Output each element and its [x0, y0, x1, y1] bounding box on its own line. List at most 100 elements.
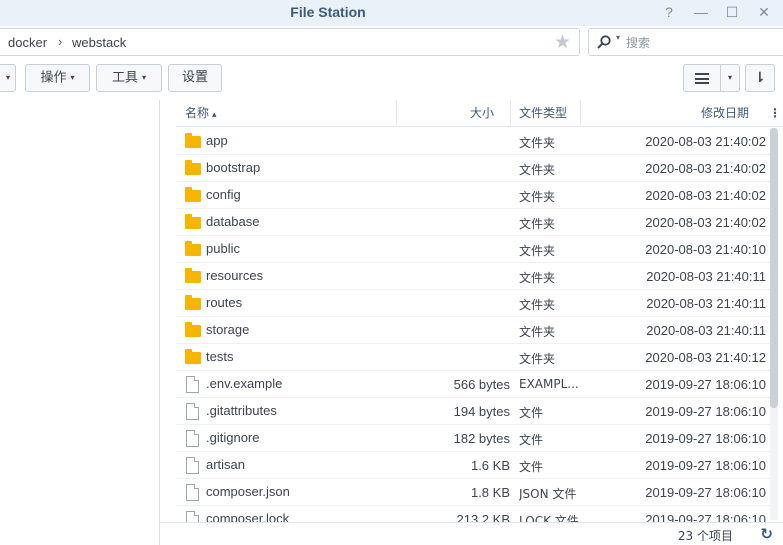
file-name: public [206, 241, 240, 256]
file-row[interactable]: app 文件夹 2020-08-03 21:40:02 [176, 128, 770, 155]
file-modified-date: 2020-08-03 21:40:02 [645, 188, 766, 203]
file-type: 文件 [519, 460, 544, 474]
file-icon [186, 376, 199, 393]
file-size: 1.6 KB [470, 458, 510, 473]
file-name: .env.example [206, 376, 283, 391]
file-size: 566 bytes [453, 377, 510, 392]
tools-menu-button[interactable]: 工具 ▾ [96, 64, 162, 92]
file-icon [186, 430, 199, 447]
file-type: 文件夹 [519, 271, 556, 285]
breadcrumb-webstack[interactable]: webstack [72, 35, 126, 50]
folder-icon [185, 214, 201, 229]
window-title: File Station [290, 4, 366, 20]
column-resizer[interactable] [510, 100, 511, 127]
search-input[interactable] [626, 33, 776, 52]
close-icon[interactable]: ✕ [754, 3, 774, 21]
maximize-icon[interactable]: ☐ [722, 3, 742, 21]
title-bar: File Station ? — ☐ ✕ [0, 0, 783, 26]
file-type: 文件夹 [519, 190, 556, 204]
file-modified-date: 2019-09-27 18:06:10 [645, 485, 766, 500]
file-modified-date: 2019-09-27 18:06:10 [645, 377, 766, 392]
settings-button[interactable]: 设置 [168, 64, 222, 92]
file-size: 194 bytes [453, 404, 510, 419]
column-name-label: 名称 [185, 106, 210, 120]
file-row[interactable]: .gitattributes 194 bytes 文件 2019-09-27 18:0… [176, 398, 770, 425]
folder-icon [185, 133, 201, 148]
file-name: composer.lock [206, 511, 290, 522]
action-menu-label: 操作 [40, 70, 67, 86]
file-name: .gitattributes [206, 403, 277, 418]
column-header-name[interactable]: 名称 ▴ [185, 100, 217, 127]
column-header-modified[interactable]: 修改日期 [701, 100, 749, 127]
file-row[interactable]: .env.example 566 bytes EXAMPL... 2019-09-27… [176, 371, 770, 398]
file-modified-date: 2019-09-27 18:06:10 [645, 458, 766, 473]
file-row[interactable]: public 文件夹 2020-08-03 21:40:10 [176, 236, 770, 263]
file-grid[interactable]: 名称 ▴ 大小 文件类型 修改日期 ⋮ app 文件夹 2020-08-03 21:4… [176, 100, 783, 522]
file-size: 1.8 KB [470, 485, 510, 500]
list-view-button[interactable] [683, 64, 721, 92]
file-name: artisan [206, 457, 246, 472]
file-row[interactable]: .gitignore 182 bytes 文件 2019-09-27 18:06:10 [176, 425, 770, 452]
file-type: EXAMPL... [519, 377, 579, 391]
tools-menu-label: 工具 [111, 70, 138, 86]
file-row[interactable]: config 文件夹 2020-08-03 21:40:02 [176, 182, 770, 209]
help-icon[interactable]: ? [659, 3, 679, 21]
action-menu-button[interactable]: 操作 ▾ [25, 64, 90, 92]
list-view-icon [695, 73, 709, 84]
file-modified-date: 2020-08-03 21:40:02 [645, 161, 766, 176]
file-modified-date: 2019-09-27 18:06:10 [645, 512, 766, 522]
column-header-size[interactable]: 大小 [470, 100, 494, 127]
file-name: config [206, 187, 241, 202]
column-resizer[interactable] [396, 100, 397, 127]
file-row[interactable]: tests 文件夹 2020-08-03 21:40:12 [176, 344, 770, 371]
status-bar: 23 个项目 ↻ [160, 522, 783, 545]
file-modified-date: 2020-08-03 21:40:02 [645, 215, 766, 230]
file-icon [186, 403, 199, 420]
sort-icon: ⇂ [754, 69, 766, 85]
file-row[interactable]: database 文件夹 2020-08-03 21:40:02 [176, 209, 770, 236]
file-type: 文件 [519, 433, 544, 447]
file-row[interactable]: bootstrap 文件夹 2020-08-03 21:40:02 [176, 155, 770, 182]
sort-button[interactable]: ⇂ [745, 64, 775, 92]
file-name: database [206, 214, 260, 229]
folder-icon [185, 187, 201, 202]
file-type: 文件 [519, 406, 544, 420]
file-row[interactable]: artisan 1.6 KB 文件 2019-09-27 18:06:10 [176, 452, 770, 479]
view-options-button[interactable]: ▾ [720, 64, 740, 92]
vertical-scrollbar[interactable] [770, 128, 778, 520]
file-row[interactable]: resources 文件夹 2020-08-03 21:40:11 [176, 263, 770, 290]
folder-tree-pane[interactable] [0, 100, 159, 545]
file-row[interactable]: storage 文件夹 2020-08-03 21:40:11 [176, 317, 770, 344]
file-type: 文件夹 [519, 298, 556, 312]
search-options-chevron-icon[interactable]: ▾ [616, 33, 620, 42]
file-type: 文件夹 [519, 163, 556, 177]
file-type: 文件夹 [519, 136, 556, 150]
sort-ascending-icon: ▴ [212, 110, 217, 120]
grid-header: 名称 ▴ 大小 文件类型 修改日期 ⋮ [176, 100, 783, 127]
folder-icon [185, 241, 201, 256]
file-modified-date: 2019-09-27 18:06:10 [645, 431, 766, 446]
minimize-icon[interactable]: — [691, 3, 711, 21]
column-resizer[interactable] [580, 100, 581, 127]
folder-icon [185, 160, 201, 175]
breadcrumb-separator-icon: › [58, 34, 63, 49]
breadcrumb-docker[interactable]: docker [8, 35, 47, 50]
path-bar[interactable]: docker › webstack ★ [0, 28, 580, 56]
search-icon[interactable] [597, 35, 611, 49]
file-name: routes [206, 295, 243, 310]
file-row[interactable]: routes 文件夹 2020-08-03 21:40:11 [176, 290, 770, 317]
scrollbar-thumb[interactable] [770, 128, 778, 408]
search-box[interactable]: ▾ [588, 28, 783, 56]
folder-icon [185, 322, 201, 337]
pane-divider[interactable] [159, 100, 160, 545]
create-button[interactable]: ▾ [0, 64, 16, 92]
star-icon[interactable]: ★ [554, 31, 571, 54]
file-modified-date: 2019-09-27 18:06:10 [645, 404, 766, 419]
file-row[interactable]: composer.lock 213.2 KB LOCK 文件 2019-09-27 1… [176, 506, 770, 522]
column-header-type[interactable]: 文件类型 [519, 100, 567, 127]
file-icon [186, 511, 199, 522]
refresh-icon[interactable]: ↻ [760, 525, 773, 543]
file-size: 182 bytes [453, 431, 510, 446]
column-menu-icon[interactable]: ⋮ [767, 100, 783, 127]
file-row[interactable]: composer.json 1.8 KB JSON 文件 2019-09-27 18:… [176, 479, 770, 506]
